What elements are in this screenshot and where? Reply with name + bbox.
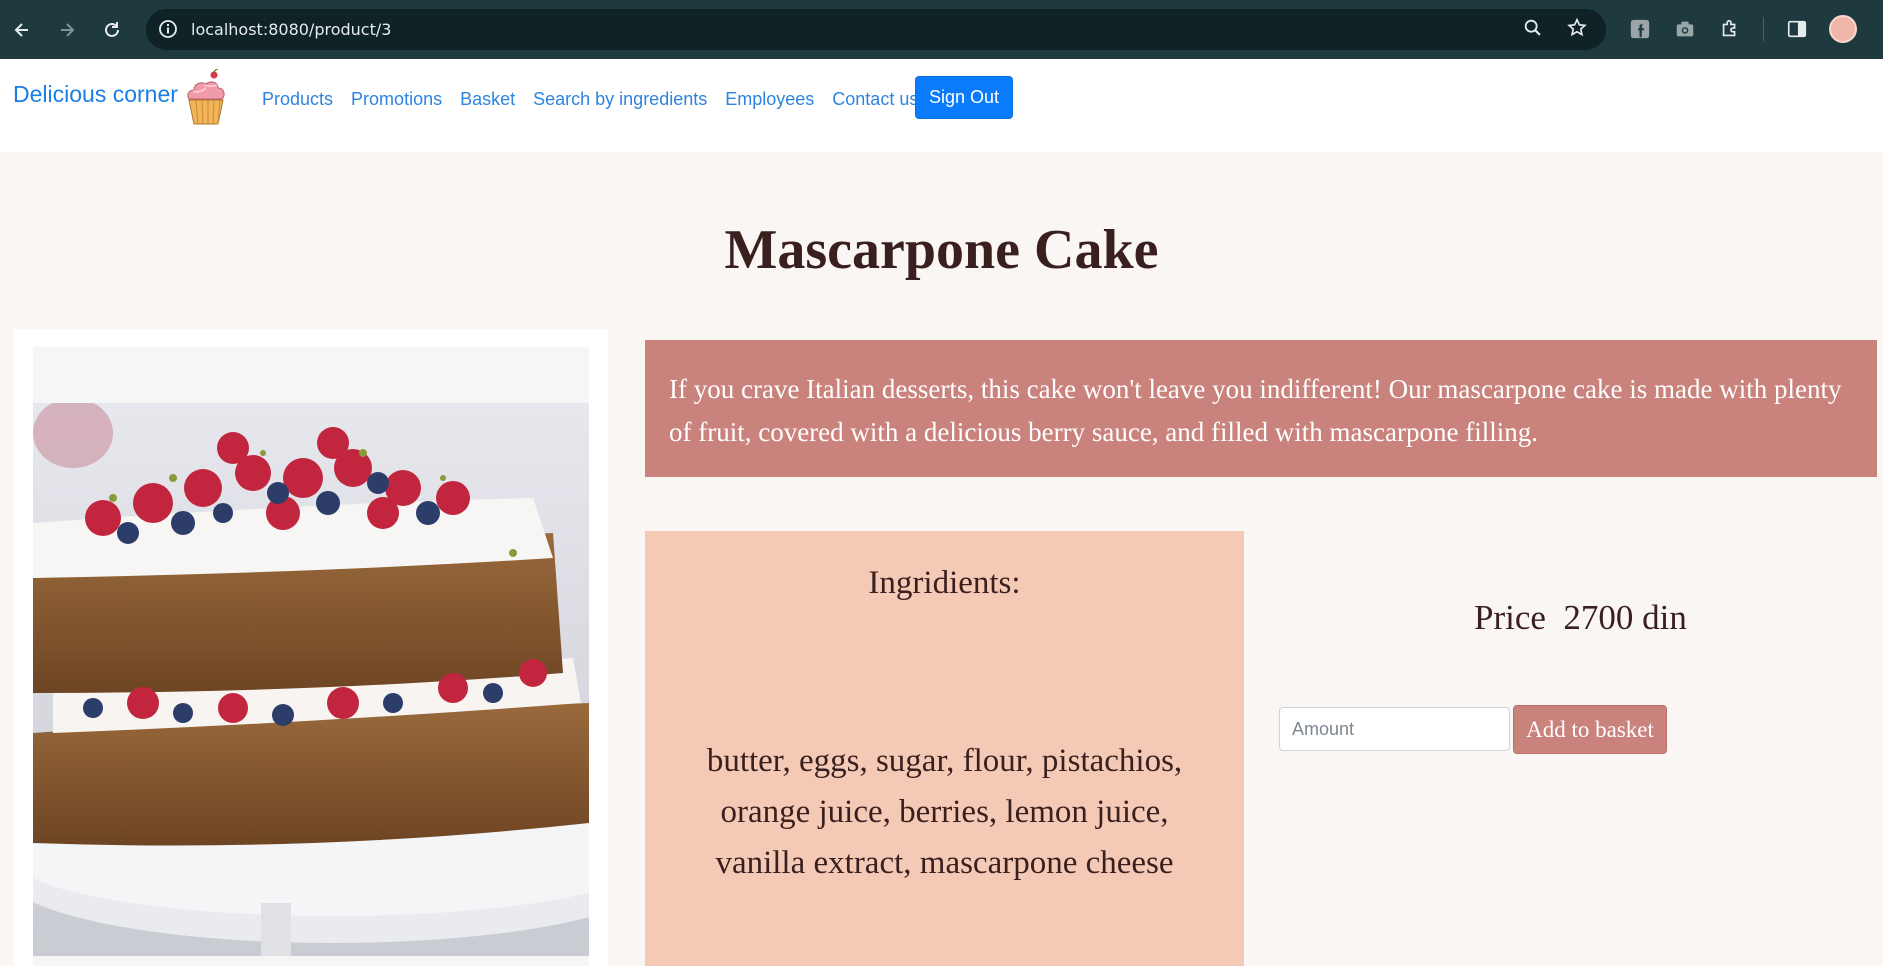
nav-search-by-ingredients[interactable]: Search by ingredients [533,89,707,110]
bookmark-star-icon[interactable] [1565,16,1589,40]
camera-extension-icon[interactable] [1673,17,1697,41]
product-image [33,403,589,956]
price-label: Price [1474,598,1546,637]
url-text[interactable]: localhost:8080/product/3 [191,20,391,39]
profile-avatar[interactable] [1829,15,1857,43]
product-description: If you crave Italian desserts, this cake… [645,340,1877,477]
nav-basket[interactable]: Basket [460,89,515,110]
address-bar[interactable]: localhost:8080/product/3 [146,9,1606,50]
nav-products[interactable]: Products [262,89,333,110]
ingredients-title: Ingridients: [868,565,1021,601]
add-to-basket-button[interactable]: Add to basket [1513,705,1667,754]
back-icon[interactable] [8,16,36,44]
sign-out-button[interactable]: Sign Out [915,76,1013,119]
page-title: Mascarpone Cake [724,219,1159,281]
reload-icon[interactable] [98,16,126,44]
extensions-puzzle-icon[interactable] [1718,17,1742,41]
nav-links: Products Promotions Basket Search by ing… [262,89,936,110]
nav-contact-us[interactable]: Contact us [832,89,918,110]
ingredients-panel: Ingridients: butter, eggs, sugar, flour,… [645,531,1244,966]
cupcake-logo-icon[interactable] [184,69,228,125]
brand-link[interactable]: Delicious corner [13,81,178,108]
forward-icon[interactable] [53,16,81,44]
price-display: Price 2700 din [1474,598,1687,638]
side-panel-icon[interactable] [1785,17,1809,41]
site-info-icon[interactable] [158,19,178,39]
price-value: 2700 din [1563,598,1687,637]
amount-input[interactable] [1279,707,1510,751]
toolbar-divider [1763,17,1764,41]
browser-toolbar: localhost:8080/product/3 [0,0,1883,59]
site-navbar: Delicious corner Products Promotions Bas… [0,59,1883,152]
nav-promotions[interactable]: Promotions [351,89,442,110]
nav-employees[interactable]: Employees [725,89,814,110]
facebook-extension-icon[interactable] [1628,17,1652,41]
zoom-icon[interactable] [1521,16,1545,40]
ingredients-list: butter, eggs, sugar, flour, pistachios, … [706,743,1183,881]
